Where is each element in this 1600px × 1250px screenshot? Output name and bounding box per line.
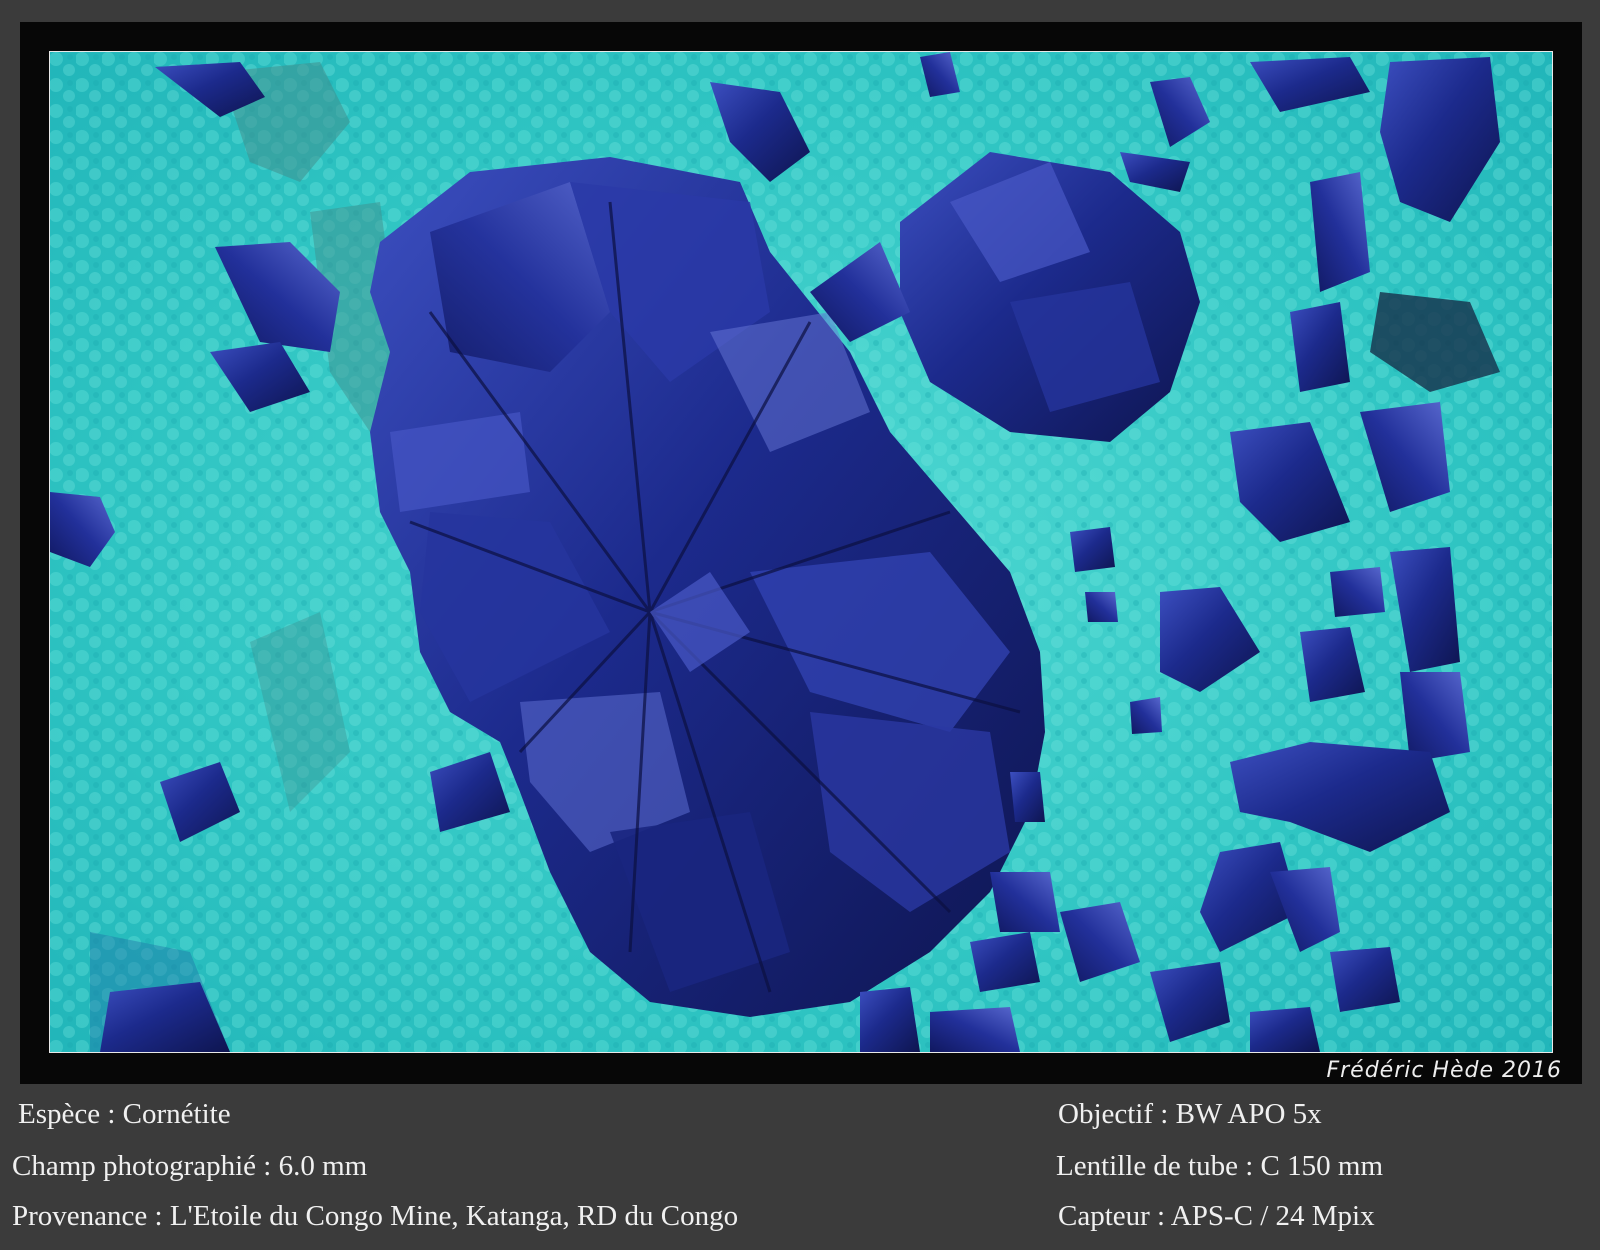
caption-provenance: Provenance : L'Etoile du Congo Mine, Kat… [12, 1200, 739, 1232]
page: Frédéric Hède 2016 Espèce : Cornétite Ch… [0, 0, 1600, 1250]
caption-lentille: Lentille de tube : C 150 mm [1056, 1150, 1384, 1182]
photographer-signature: Frédéric Hède 2016 [1326, 1058, 1562, 1083]
caption-objectif: Objectif : BW APO 5x [1058, 1098, 1322, 1130]
caption-champ: Champ photographié : 6.0 mm [12, 1150, 368, 1182]
mineral-photo [49, 51, 1553, 1053]
caption-espece: Espèce : Cornétite [18, 1098, 231, 1130]
photo-frame [20, 22, 1582, 1084]
mineral-photo-drawing [50, 52, 1552, 1052]
caption-capteur: Capteur : APS-C / 24 Mpix [1058, 1200, 1375, 1232]
